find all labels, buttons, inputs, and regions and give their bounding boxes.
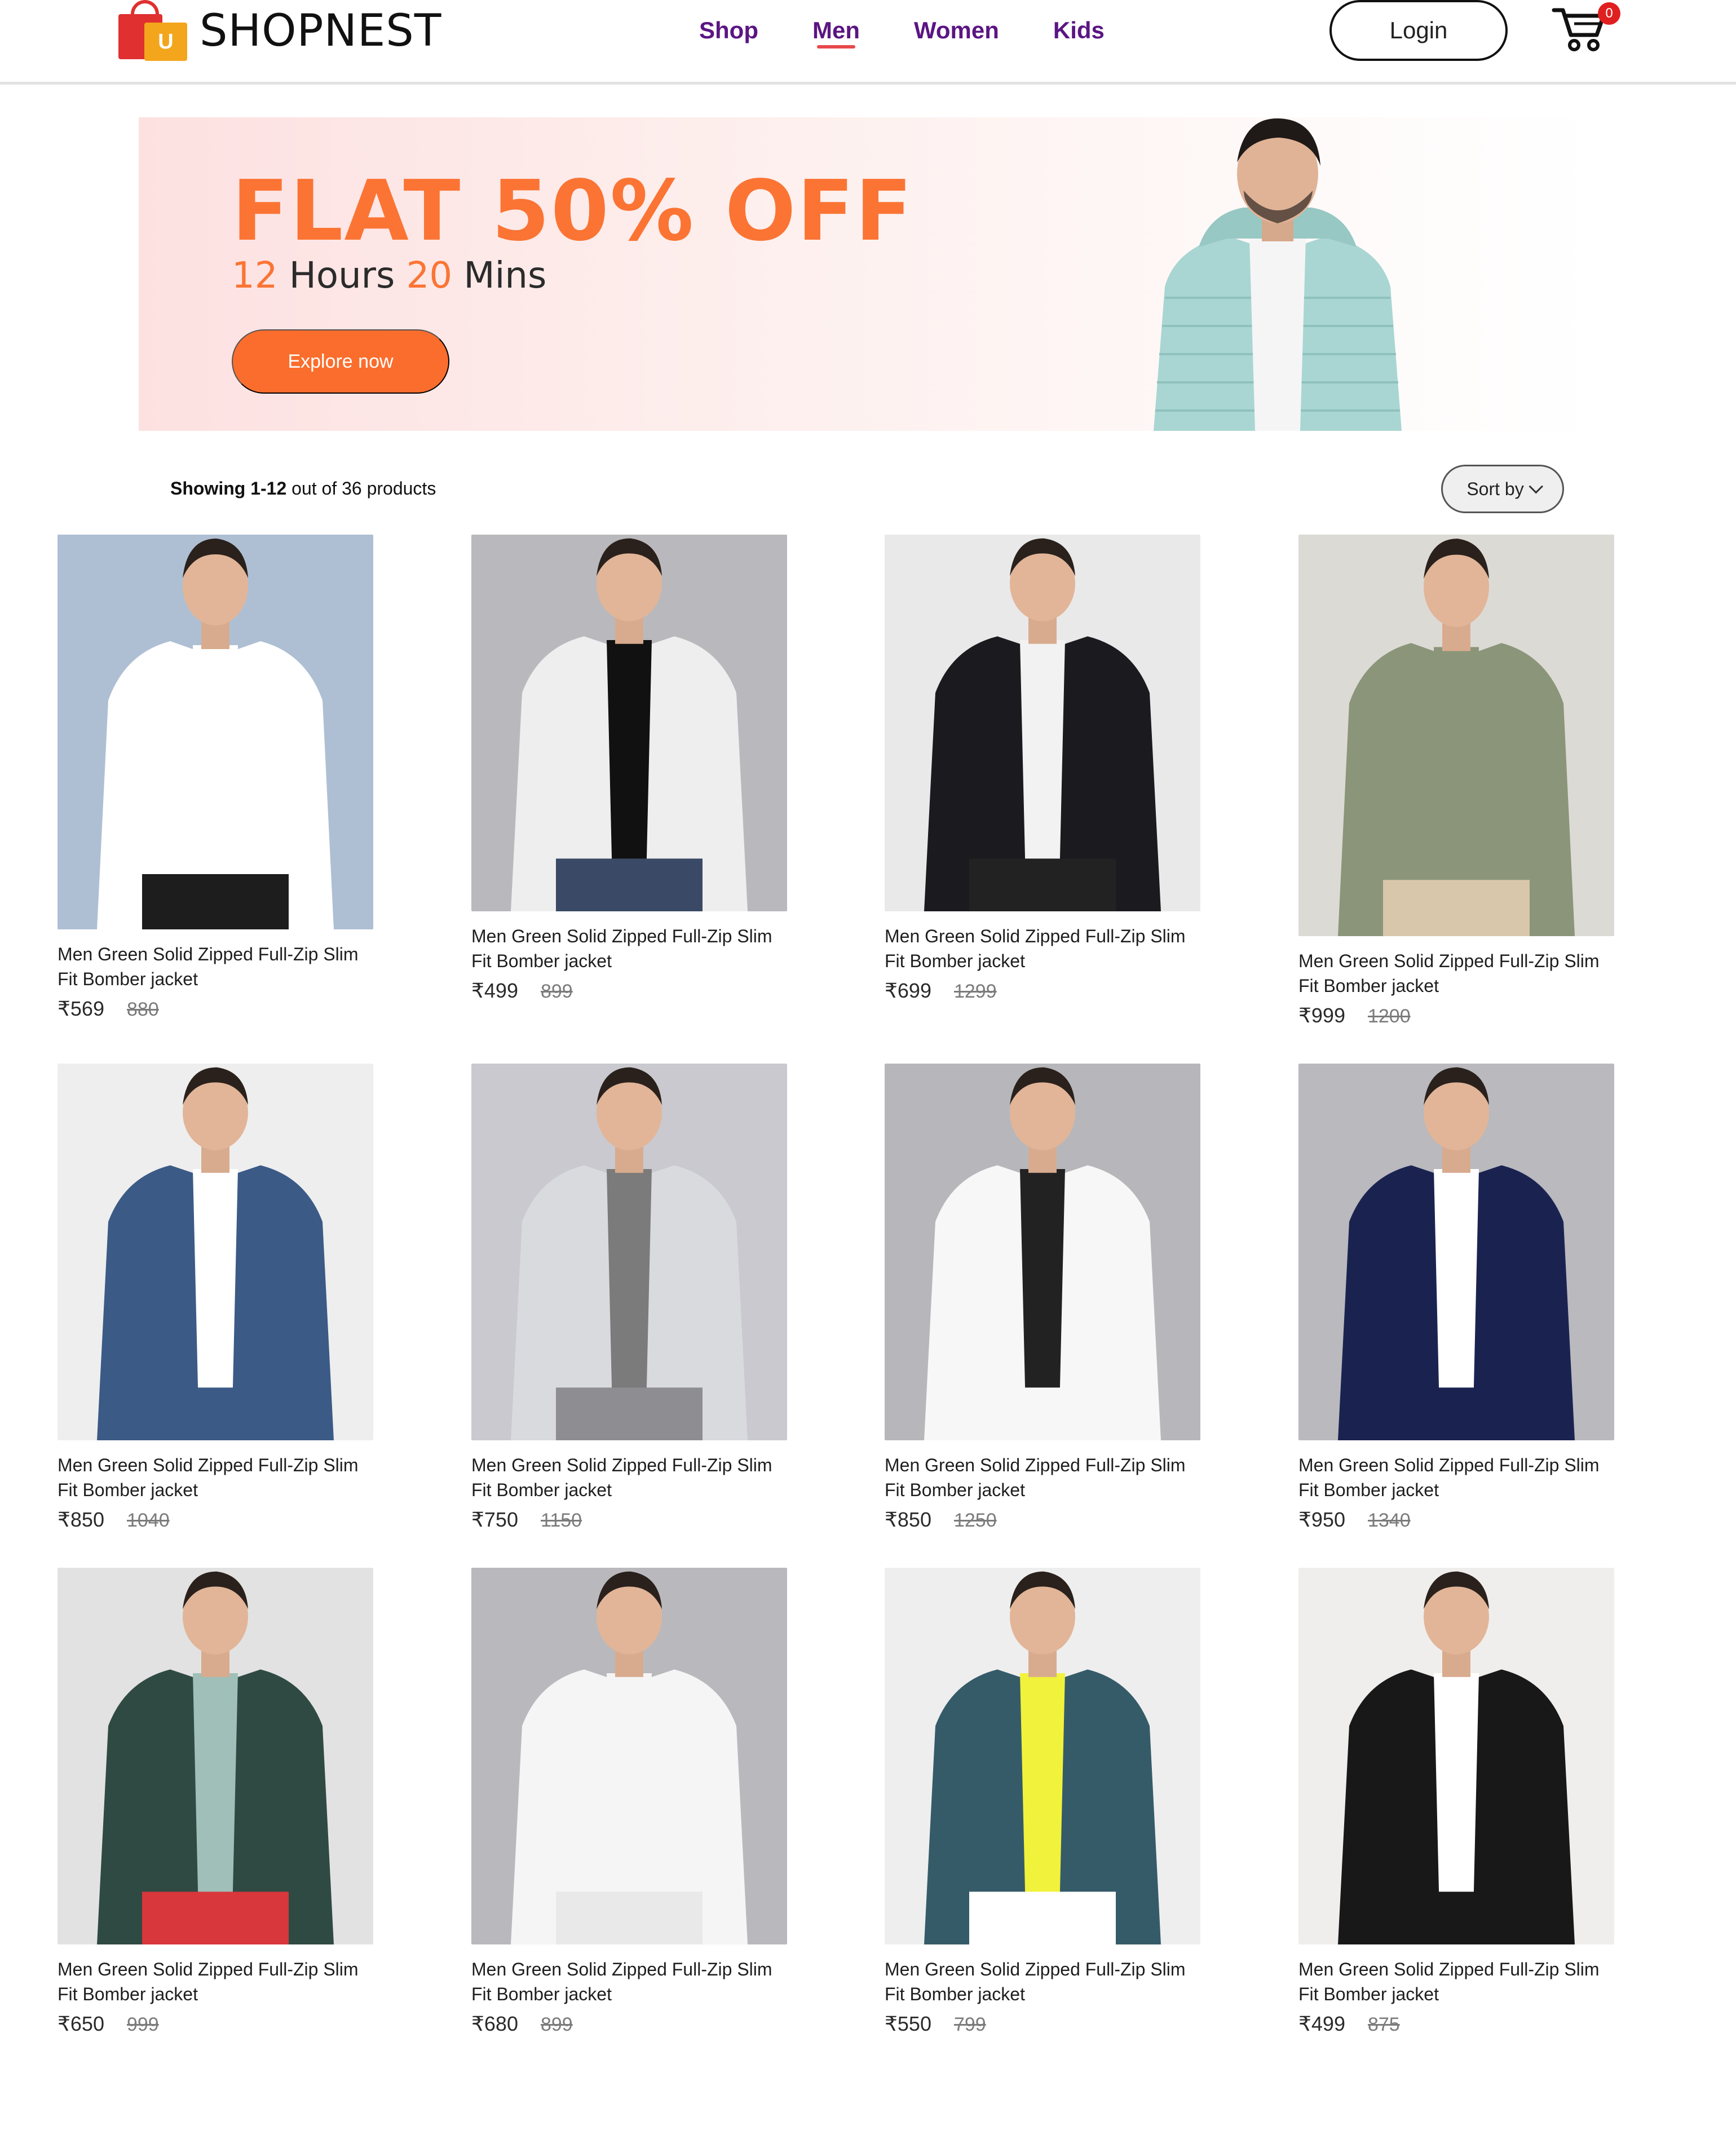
product-image[interactable] — [1298, 535, 1614, 936]
brand-name: SHOPNEST — [200, 6, 442, 56]
product-prices: ₹650 999 — [58, 2012, 373, 2036]
brand-logo[interactable]: U SHOPNEST — [118, 0, 441, 62]
product-image[interactable] — [58, 1568, 373, 1944]
main-nav: Shop Men Women Kids — [699, 11, 1159, 48]
nav-item-kids[interactable]: Kids — [1053, 11, 1105, 44]
product-card[interactable]: Men Green Solid Zipped Full-Zip Slim Fit… — [1298, 1064, 1614, 1532]
product-card[interactable]: Men Green Solid Zipped Full-Zip Slim Fit… — [471, 1064, 787, 1532]
product-prices: ₹750 1150 — [471, 1508, 787, 1532]
timer-mins-label: Mins — [463, 255, 547, 297]
product-original-price: 1200 — [1367, 1006, 1411, 1027]
product-image[interactable] — [885, 1568, 1200, 1944]
banner-title: FLAT 50% OFF — [232, 162, 913, 259]
product-image[interactable] — [1298, 1568, 1614, 1944]
product-image[interactable] — [58, 535, 373, 929]
product-name[interactable]: Men Green Solid Zipped Full-Zip Slim Fit… — [471, 1957, 787, 2006]
nav-item-men[interactable]: Men — [812, 11, 860, 48]
product-prices: ₹499 899 — [471, 979, 787, 1003]
login-button[interactable]: Login — [1329, 0, 1508, 61]
product-original-price: 1250 — [953, 1510, 997, 1531]
product-original-price: 1040 — [126, 1510, 170, 1531]
product-image[interactable] — [885, 535, 1200, 911]
product-name[interactable]: Men Green Solid Zipped Full-Zip Slim Fit… — [471, 924, 787, 973]
product-prices: ₹499 875 — [1298, 2012, 1614, 2036]
product-card[interactable]: Men Green Solid Zipped Full-Zip Slim Fit… — [58, 1064, 373, 1532]
results-range: Showing 1-12 — [170, 478, 287, 499]
product-original-price: 799 — [953, 2014, 986, 2035]
product-image[interactable] — [1298, 1064, 1614, 1440]
product-price: ₹850 — [885, 1508, 931, 1531]
top-header: U SHOPNEST Shop Men Women Kids Login 0 — [0, 0, 1736, 85]
product-price: ₹550 — [885, 2012, 931, 2035]
product-prices: ₹550 799 — [885, 2012, 1200, 2036]
product-name[interactable]: Men Green Solid Zipped Full-Zip Slim Fit… — [1298, 949, 1614, 998]
timer-hours-label: Hours — [289, 255, 395, 297]
product-card[interactable]: Men Green Solid Zipped Full-Zip Slim Fit… — [471, 1568, 787, 2036]
product-prices: ₹950 1340 — [1298, 1508, 1614, 1532]
cart-count-badge: 0 — [1598, 2, 1620, 25]
product-image[interactable] — [471, 535, 787, 911]
product-prices: ₹850 1250 — [885, 1508, 1200, 1532]
product-original-price: 875 — [1367, 2014, 1400, 2035]
chevron-down-icon — [1529, 479, 1543, 494]
timer-hours: 12 — [232, 255, 278, 297]
product-card[interactable]: Men Green Solid Zipped Full-Zip Slim Fit… — [885, 1064, 1200, 1532]
product-name[interactable]: Men Green Solid Zipped Full-Zip Slim Fit… — [1298, 1453, 1614, 1502]
results-total: out of 36 products — [291, 478, 436, 499]
countdown-timer: 12 Hours 20 Mins — [232, 255, 546, 297]
product-name[interactable]: Men Green Solid Zipped Full-Zip Slim Fit… — [885, 1453, 1200, 1502]
product-price: ₹680 — [471, 2012, 518, 2035]
shopping-bag-icon: U — [118, 0, 187, 62]
product-card[interactable]: Men Green Solid Zipped Full-Zip Slim Fit… — [58, 1568, 373, 2036]
product-card[interactable]: Men Green Solid Zipped Full-Zip Slim Fit… — [471, 535, 787, 1003]
product-price: ₹499 — [1298, 2012, 1345, 2035]
product-name[interactable]: Men Green Solid Zipped Full-Zip Slim Fit… — [58, 1957, 373, 2006]
product-prices: ₹999 1200 — [1298, 1004, 1614, 1027]
cart-button[interactable]: 0 — [1552, 2, 1620, 53]
product-original-price: 899 — [540, 2014, 573, 2035]
product-image[interactable] — [58, 1064, 373, 1440]
product-prices: ₹680 899 — [471, 2012, 787, 2036]
product-name[interactable]: Men Green Solid Zipped Full-Zip Slim Fit… — [58, 1453, 373, 1502]
product-price: ₹499 — [471, 979, 518, 1002]
product-name[interactable]: Men Green Solid Zipped Full-Zip Slim Fit… — [471, 1453, 787, 1502]
product-original-price: 1340 — [1367, 1510, 1411, 1531]
product-card[interactable]: Men Green Solid Zipped Full-Zip Slim Fit… — [885, 535, 1200, 1003]
timer-mins: 20 — [406, 255, 453, 297]
product-image[interactable] — [885, 1064, 1200, 1440]
results-count: Showing 1-12 out of 36 products — [170, 478, 436, 499]
product-original-price: 880 — [126, 999, 159, 1020]
banner-model-image — [1154, 118, 1402, 431]
product-original-price: 1150 — [540, 1510, 582, 1531]
nav-item-shop[interactable]: Shop — [699, 11, 758, 44]
product-name[interactable]: Men Green Solid Zipped Full-Zip Slim Fit… — [885, 924, 1200, 973]
product-prices: ₹850 1040 — [58, 1508, 373, 1532]
product-price: ₹699 — [885, 979, 931, 1002]
product-price: ₹569 — [58, 997, 104, 1020]
sort-by-dropdown[interactable]: Sort by — [1441, 465, 1564, 513]
product-name[interactable]: Men Green Solid Zipped Full-Zip Slim Fit… — [1298, 1957, 1614, 2006]
sort-by-label: Sort by — [1466, 478, 1524, 499]
product-card[interactable]: Men Green Solid Zipped Full-Zip Slim Fit… — [1298, 535, 1614, 1027]
product-card[interactable]: Men Green Solid Zipped Full-Zip Slim Fit… — [58, 535, 373, 1021]
product-price: ₹850 — [58, 1508, 104, 1531]
nav-item-women[interactable]: Women — [914, 11, 999, 44]
product-original-price: 1299 — [953, 981, 997, 1002]
product-original-price: 899 — [540, 981, 573, 1002]
product-name[interactable]: Men Green Solid Zipped Full-Zip Slim Fit… — [885, 1957, 1200, 2006]
product-image[interactable] — [471, 1064, 787, 1440]
promo-banner: FLAT 50% OFF 12 Hours 20 Mins Explore no… — [139, 117, 1593, 431]
product-prices: ₹569 880 — [58, 997, 373, 1021]
product-price: ₹650 — [58, 2012, 104, 2035]
explore-now-button[interactable]: Explore now — [232, 329, 449, 394]
product-card[interactable]: Men Green Solid Zipped Full-Zip Slim Fit… — [885, 1568, 1200, 2036]
product-name[interactable]: Men Green Solid Zipped Full-Zip Slim Fit… — [58, 942, 373, 991]
product-price: ₹950 — [1298, 1508, 1345, 1531]
product-card[interactable]: Men Green Solid Zipped Full-Zip Slim Fit… — [1298, 1568, 1614, 2036]
product-price: ₹750 — [471, 1508, 518, 1531]
product-image[interactable] — [471, 1568, 787, 1944]
product-prices: ₹699 1299 — [885, 979, 1200, 1003]
product-original-price: 999 — [126, 2014, 159, 2035]
product-price: ₹999 — [1298, 1004, 1345, 1027]
